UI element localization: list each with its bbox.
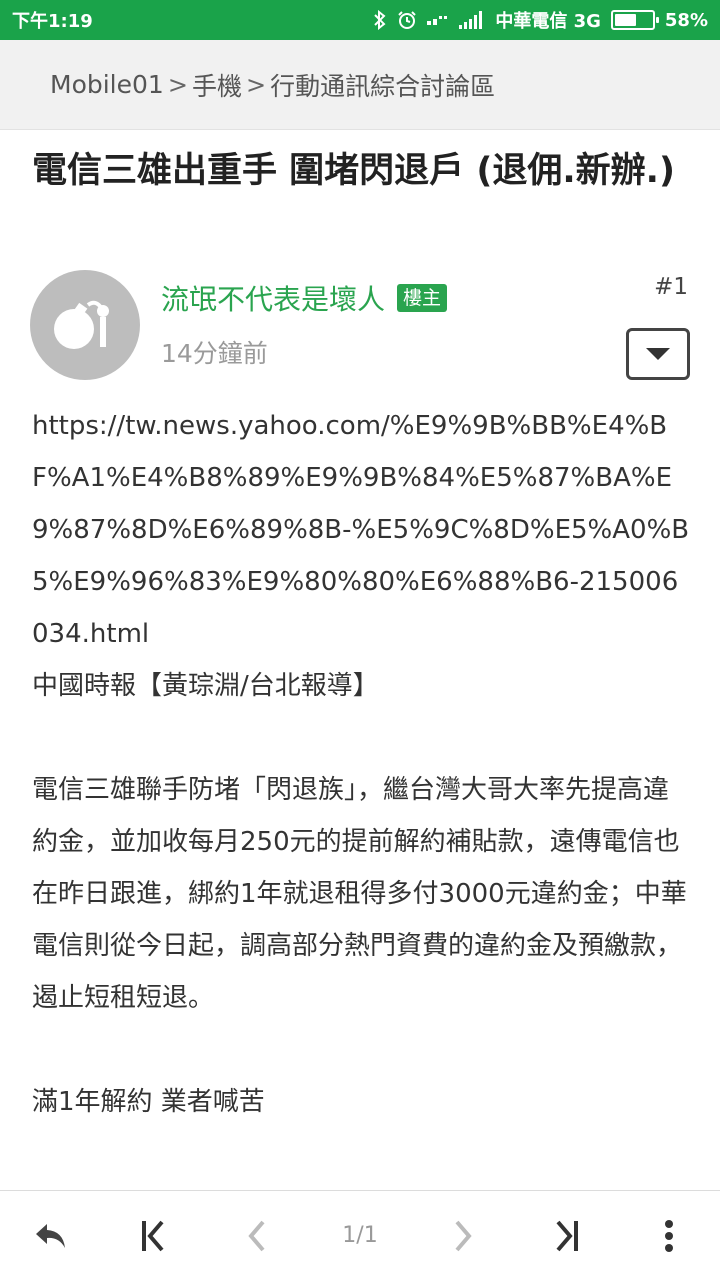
status-bar: 下午1:19 中華電信 3G 58% xyxy=(0,0,720,40)
article-paragraph: 電信三雄聯手防堵「閃退族」，繼台灣大哥大率先提高違約金，並加收每月250元的提前… xyxy=(32,775,687,1013)
bottom-nav-bar: 1/1 xyxy=(0,1190,720,1280)
battery-icon xyxy=(610,10,659,30)
page-indicator: 1/1 xyxy=(342,1223,378,1248)
next-page-button[interactable] xyxy=(411,1191,514,1280)
article-source: 中國時報【黃琮淵/台北報導】 xyxy=(32,671,379,701)
bluetooth-icon xyxy=(373,10,387,30)
page-indicator-button[interactable]: 1/1 xyxy=(309,1191,412,1280)
post-content: https://tw.news.yahoo.com/%E9%9B%BB%E4%B… xyxy=(32,400,692,1128)
breadcrumb-item-category[interactable]: 手機 xyxy=(192,67,242,103)
post-floor-number: #1 xyxy=(654,274,688,300)
post-time: 14分鐘前 xyxy=(161,339,268,368)
reply-icon xyxy=(36,1223,66,1248)
avatar[interactable] xyxy=(30,270,140,380)
more-options-button[interactable] xyxy=(617,1191,720,1280)
last-page-icon xyxy=(556,1220,578,1251)
prev-page-button[interactable] xyxy=(206,1191,309,1280)
first-page-button[interactable] xyxy=(103,1191,206,1280)
op-badge: 樓主 xyxy=(397,284,448,312)
author-name[interactable]: 流氓不代表是壞人 xyxy=(161,278,385,318)
signal-bars-icon xyxy=(459,10,485,30)
signal-dots-icon xyxy=(427,13,449,27)
breadcrumb-item-site[interactable]: Mobile01 xyxy=(50,70,164,99)
status-time: 下午1:19 xyxy=(12,11,93,32)
post-menu-button[interactable] xyxy=(626,328,690,380)
chevron-right-icon xyxy=(455,1220,472,1251)
author-line: 流氓不代表是壞人 樓主 xyxy=(161,278,448,318)
last-page-button[interactable] xyxy=(514,1191,617,1280)
chevron-left-icon xyxy=(248,1220,265,1251)
status-icons: 中華電信 3G 58% xyxy=(373,7,708,33)
battery-percent: 58% xyxy=(664,9,708,31)
article-link[interactable]: https://tw.news.yahoo.com/%E9%9B%BB%E4%B… xyxy=(32,400,692,660)
first-page-icon xyxy=(142,1220,164,1251)
thread-title: 電信三雄出重手 圍堵閃退戶 (退佣.新辦.) xyxy=(32,151,675,191)
reply-button[interactable] xyxy=(0,1191,103,1280)
carrier-label: 中華電信 3G xyxy=(495,11,601,32)
bomb-avatar-icon xyxy=(54,300,109,349)
breadcrumb-item-forum[interactable]: 行動通訊綜合討論區 xyxy=(270,67,495,103)
breadcrumb-separator: > xyxy=(167,70,188,99)
breadcrumb-separator: > xyxy=(245,70,267,99)
breadcrumb: Mobile01 > 手機 > 行動通訊綜合討論區 xyxy=(0,40,720,130)
chevron-down-icon xyxy=(646,348,670,360)
more-vert-icon xyxy=(664,1219,673,1252)
alarm-icon xyxy=(397,10,417,30)
article-subheading: 滿1年解約 業者喊苦 xyxy=(32,1087,265,1117)
